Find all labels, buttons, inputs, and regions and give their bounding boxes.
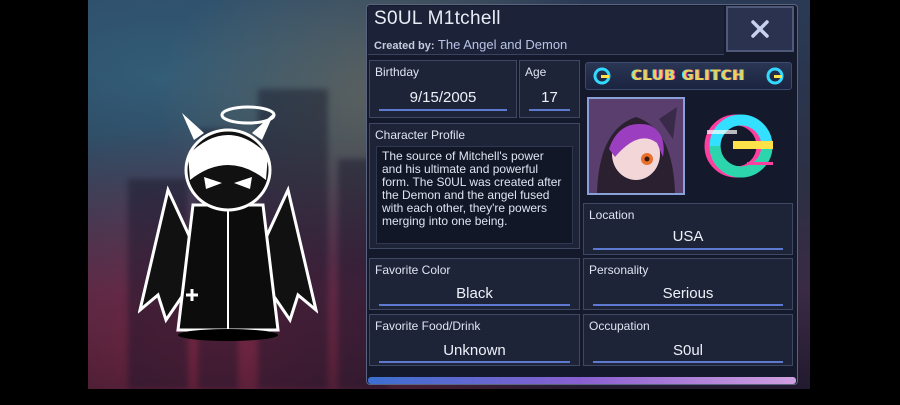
occupation-label: Occupation xyxy=(589,319,650,333)
age-label: Age xyxy=(525,65,547,79)
favorite-food-label: Favorite Food/Drink xyxy=(375,319,481,333)
occupation-field: Occupation S0ul xyxy=(583,314,793,366)
favorite-color-value: Black xyxy=(456,285,493,302)
avatar xyxy=(587,97,685,195)
character-name: S0UL M1tchell xyxy=(374,8,501,29)
club-logo-text: CLUB GLITCH xyxy=(631,68,746,84)
favorite-food-field: Favorite Food/Drink Unknown xyxy=(369,314,580,366)
created-by-value: The Angel and Demon xyxy=(437,37,568,52)
birthday-label: Birthday xyxy=(375,65,420,79)
profile-text: The source of Mitchell's power and his u… xyxy=(376,146,573,244)
close-button[interactable] xyxy=(726,6,794,52)
location-value: USA xyxy=(672,228,704,245)
glitch-g-icon xyxy=(766,67,784,85)
character-profile-field: Character Profile The source of Mitchell… xyxy=(369,123,580,249)
birthday-value: 9/15/2005 xyxy=(409,89,477,106)
favorite-food-value: Unknown xyxy=(443,342,506,359)
age-field: Age 17 xyxy=(519,60,580,118)
favorite-color-label: Favorite Color xyxy=(375,263,451,277)
bottom-bar xyxy=(88,389,810,405)
club-logo-banner: CLUB GLITCH xyxy=(585,62,792,90)
location-field: Location USA xyxy=(583,203,793,255)
close-icon xyxy=(751,20,769,38)
glitch-logo-icon xyxy=(704,114,773,178)
age-value: 17 xyxy=(541,89,558,106)
personality-label: Personality xyxy=(589,263,649,277)
personality-value: Serious xyxy=(662,285,714,302)
location-label: Location xyxy=(589,208,635,222)
created-by-label: Created by: xyxy=(374,40,435,52)
favorite-color-field: Favorite Color Black xyxy=(369,258,580,310)
creator-line: Created by: The Angel and Demon xyxy=(374,37,567,52)
personality-field: Personality Serious xyxy=(583,258,793,310)
avatar-portrait xyxy=(589,99,683,193)
occupation-value: S0ul xyxy=(672,342,704,359)
profile-label: Character Profile xyxy=(375,128,466,142)
panel-bottom-accent xyxy=(368,377,796,384)
birthday-field: Birthday 9/15/2005 xyxy=(369,60,517,118)
character-sprite xyxy=(138,105,318,341)
